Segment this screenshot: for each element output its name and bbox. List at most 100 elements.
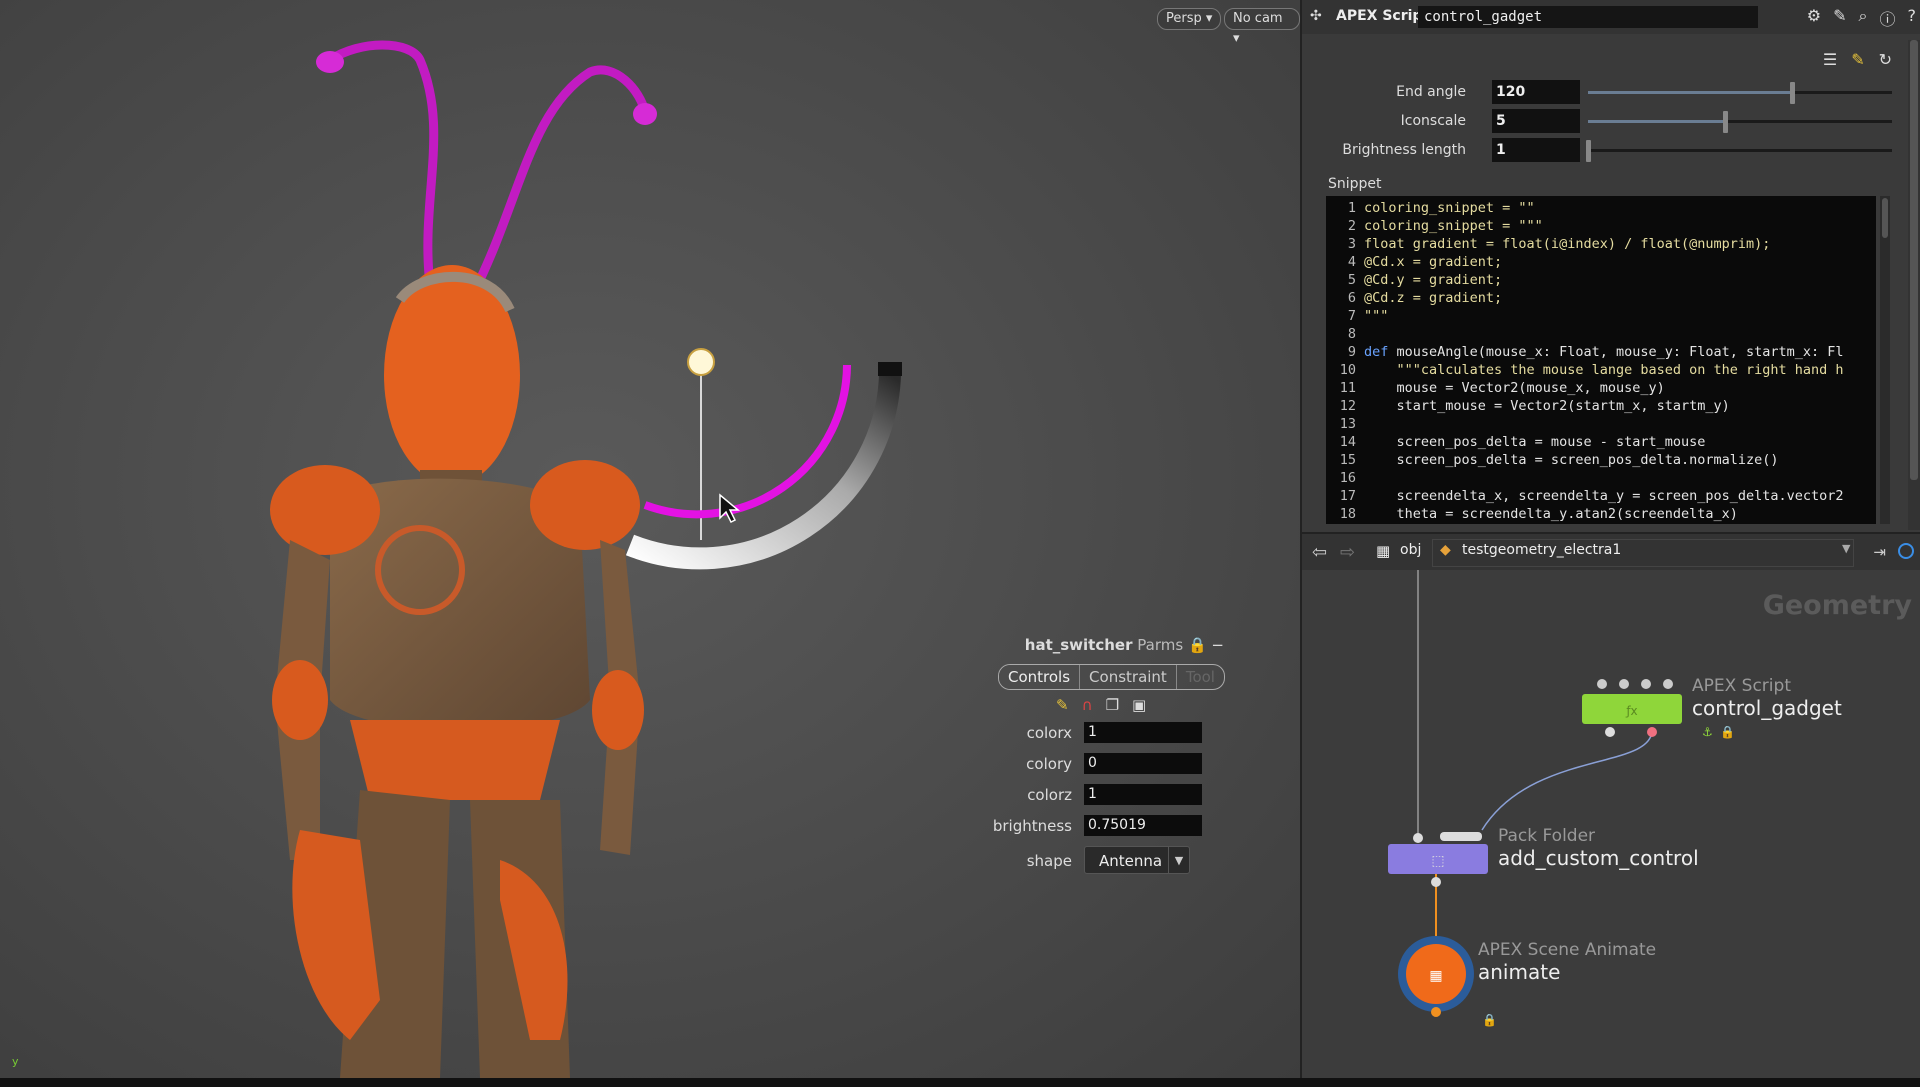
svg-text:🔒: 🔒 — [1720, 725, 1735, 739]
panel-scrollbar[interactable] — [1908, 40, 1920, 530]
breadcrumb-geometry[interactable]: testgeometry_electra1 — [1462, 542, 1621, 558]
colorz-field[interactable]: 1 — [1084, 784, 1202, 805]
end-angle-slider[interactable] — [1588, 82, 1892, 104]
network-path-bar: ⇦ ⇨ ▦ obj ◆ testgeometry_electra1 ▼ ⇥ — [1302, 532, 1920, 571]
info-icon[interactable]: ⓘ — [1879, 6, 1895, 30]
slider-knob[interactable] — [1722, 111, 1728, 133]
node-type: Pack Folder — [1498, 826, 1596, 846]
iconscale-field[interactable]: 5 — [1492, 109, 1580, 133]
pencil-icon[interactable]: ✎ — [1851, 50, 1864, 69]
svg-text:⚓: ⚓ — [1702, 725, 1713, 739]
colorx-field[interactable]: 1 — [1084, 722, 1202, 743]
node-type: APEX Scene Animate — [1478, 940, 1657, 960]
code-line: start_mouse = Vector2(startm_x, startm_y… — [1364, 398, 1730, 414]
node-label-add-custom-control: Pack Folder add_custom_control — [1498, 826, 1699, 870]
line-number: 13 — [1339, 416, 1356, 432]
forward-arrow-icon[interactable]: ⇨ — [1340, 542, 1355, 563]
title-icons: ⚙ ✎ ⌕ ⓘ ? — [1807, 6, 1916, 30]
mouse-cursor-icon — [719, 493, 741, 524]
camera-menu-button[interactable]: No cam ▾ — [1224, 8, 1300, 46]
shape-dropdown[interactable]: Antenna ▼ — [1084, 846, 1190, 874]
chevron-down-icon[interactable]: ▼ — [1842, 542, 1850, 555]
param-row-shape: shape Antenna ▼ — [990, 846, 1190, 874]
angle-gadget[interactable] — [625, 348, 902, 570]
back-arrow-icon[interactable]: ⇦ — [1312, 542, 1327, 563]
link-status-icon[interactable] — [1898, 543, 1914, 559]
slider-label: Iconscale — [1400, 113, 1466, 129]
code-line: """calculates the mouse lange based on t… — [1364, 362, 1844, 378]
code-scrollbar[interactable] — [1880, 196, 1890, 524]
node-type: APEX Script — [1692, 676, 1791, 696]
status-strip — [0, 1078, 1920, 1087]
node-add-custom-control[interactable]: ⬚ — [1388, 832, 1488, 887]
code-line: @Cd.y = gradient; — [1364, 272, 1503, 288]
param-row-brightness: brightness 0.75019 — [990, 815, 1202, 837]
tab-constraint[interactable]: Constraint — [1080, 665, 1177, 689]
code-line: """ — [1364, 308, 1389, 324]
tab-tool[interactable]: Tool — [1177, 665, 1224, 689]
node-label-animate: APEX Scene Animate animate — [1478, 940, 1656, 984]
magnet-icon[interactable]: ∩ — [1082, 696, 1093, 714]
axis-gizmo: y — [12, 1055, 19, 1068]
lock-icon[interactable]: 🔒 — [1188, 636, 1207, 654]
line-number: 9 — [1347, 344, 1356, 360]
paste-icon[interactable]: ▣ — [1132, 696, 1146, 714]
gear-icon[interactable]: ⚙ — [1807, 6, 1821, 30]
persp-menu-button[interactable]: Persp ▾ — [1157, 8, 1222, 30]
node-name[interactable]: control_gadget — [1692, 696, 1842, 720]
pin-icon[interactable]: ⇥ — [1873, 543, 1886, 561]
network-wires: ƒx ⚓ 🔒 ⬚ ▦ 🔒 — [1388, 570, 1735, 1027]
param-label: colory — [1026, 755, 1072, 773]
code-line: screen_pos_delta = screen_pos_delta.norm… — [1364, 452, 1779, 468]
robot-figure — [270, 40, 657, 1078]
parameter-and-network-panel: ✣ APEX Script control_gadget ⚙ ✎ ⌕ ⓘ ? ☰… — [1300, 0, 1920, 1078]
stack-icon[interactable]: ☰ — [1823, 50, 1837, 69]
param-label: shape — [1026, 852, 1072, 870]
search-icon[interactable]: ⌕ — [1859, 6, 1868, 30]
brush-icon[interactable]: ✎ — [1056, 696, 1069, 714]
code-line: @Cd.x = gradient; — [1364, 254, 1503, 270]
line-number: 16 — [1339, 470, 1356, 486]
code-line: screen_pos_delta = mouse - start_mouse — [1364, 434, 1706, 450]
scene-viewport[interactable]: Persp ▾ No cam ▾ y hat_switcher Parms 🔒 … — [0, 0, 1300, 1078]
tab-controls[interactable]: Controls — [999, 665, 1081, 689]
brightness-length-slider[interactable] — [1586, 140, 1892, 162]
shape-value: Antenna — [1099, 852, 1163, 870]
network-editor[interactable]: ƒx ⚓ 🔒 ⬚ ▦ 🔒 Geometry APEX Script contro… — [1302, 570, 1920, 1078]
line-number: 15 — [1339, 452, 1356, 468]
brightness-length-field[interactable]: 1 — [1492, 138, 1580, 162]
brush-icon[interactable]: ✎ — [1833, 6, 1846, 30]
param-label: colorz — [1027, 786, 1072, 804]
line-number: 5 — [1347, 272, 1356, 288]
line-number: 8 — [1347, 326, 1356, 342]
line-number: 14 — [1339, 434, 1356, 450]
node-name[interactable]: add_custom_control — [1498, 846, 1699, 870]
brightness-field[interactable]: 0.75019 — [1084, 815, 1202, 836]
slider-knob[interactable] — [1586, 140, 1591, 162]
script-toolbar: ☰ ✎ ↻ — [1823, 50, 1892, 69]
slider-label: Brightness length — [1342, 142, 1466, 158]
copy-icon[interactable]: ❐ — [1106, 696, 1119, 714]
collapse-icon[interactable]: − — [1211, 636, 1224, 654]
refresh-icon[interactable]: ↻ — [1879, 50, 1892, 69]
breadcrumb-obj[interactable]: obj — [1400, 542, 1421, 558]
iconscale-slider[interactable] — [1588, 111, 1892, 133]
line-number: 10 — [1339, 362, 1356, 378]
apex-script-icon: ✣ — [1310, 8, 1322, 24]
code-line: mouse = Vector2(mouse_x, mouse_y) — [1364, 380, 1665, 396]
parms-tabbar: Controls Constraint Tool — [998, 664, 1225, 690]
code-line: coloring_snippet = """ — [1364, 218, 1543, 234]
code-line: float gradient = float(i@index) / float(… — [1364, 236, 1771, 252]
param-label: brightness — [992, 817, 1072, 835]
camera-label: No cam — [1233, 11, 1283, 26]
node-name-field[interactable]: control_gadget — [1418, 6, 1758, 28]
slider-row-end-angle: End angle 120 — [1302, 80, 1920, 104]
colory-field[interactable]: 0 — [1084, 753, 1202, 774]
end-angle-field[interactable]: 120 — [1492, 80, 1580, 104]
param-row-colorz: colorz 1 — [990, 784, 1202, 806]
node-name[interactable]: animate — [1478, 960, 1656, 984]
slider-row-iconscale: Iconscale 5 — [1302, 109, 1920, 133]
snippet-code-editor[interactable]: 1 coloring_snippet = "" 2 coloring_snippet … — [1326, 196, 1876, 524]
help-icon[interactable]: ? — [1908, 6, 1917, 30]
slider-knob[interactable] — [1789, 82, 1795, 104]
